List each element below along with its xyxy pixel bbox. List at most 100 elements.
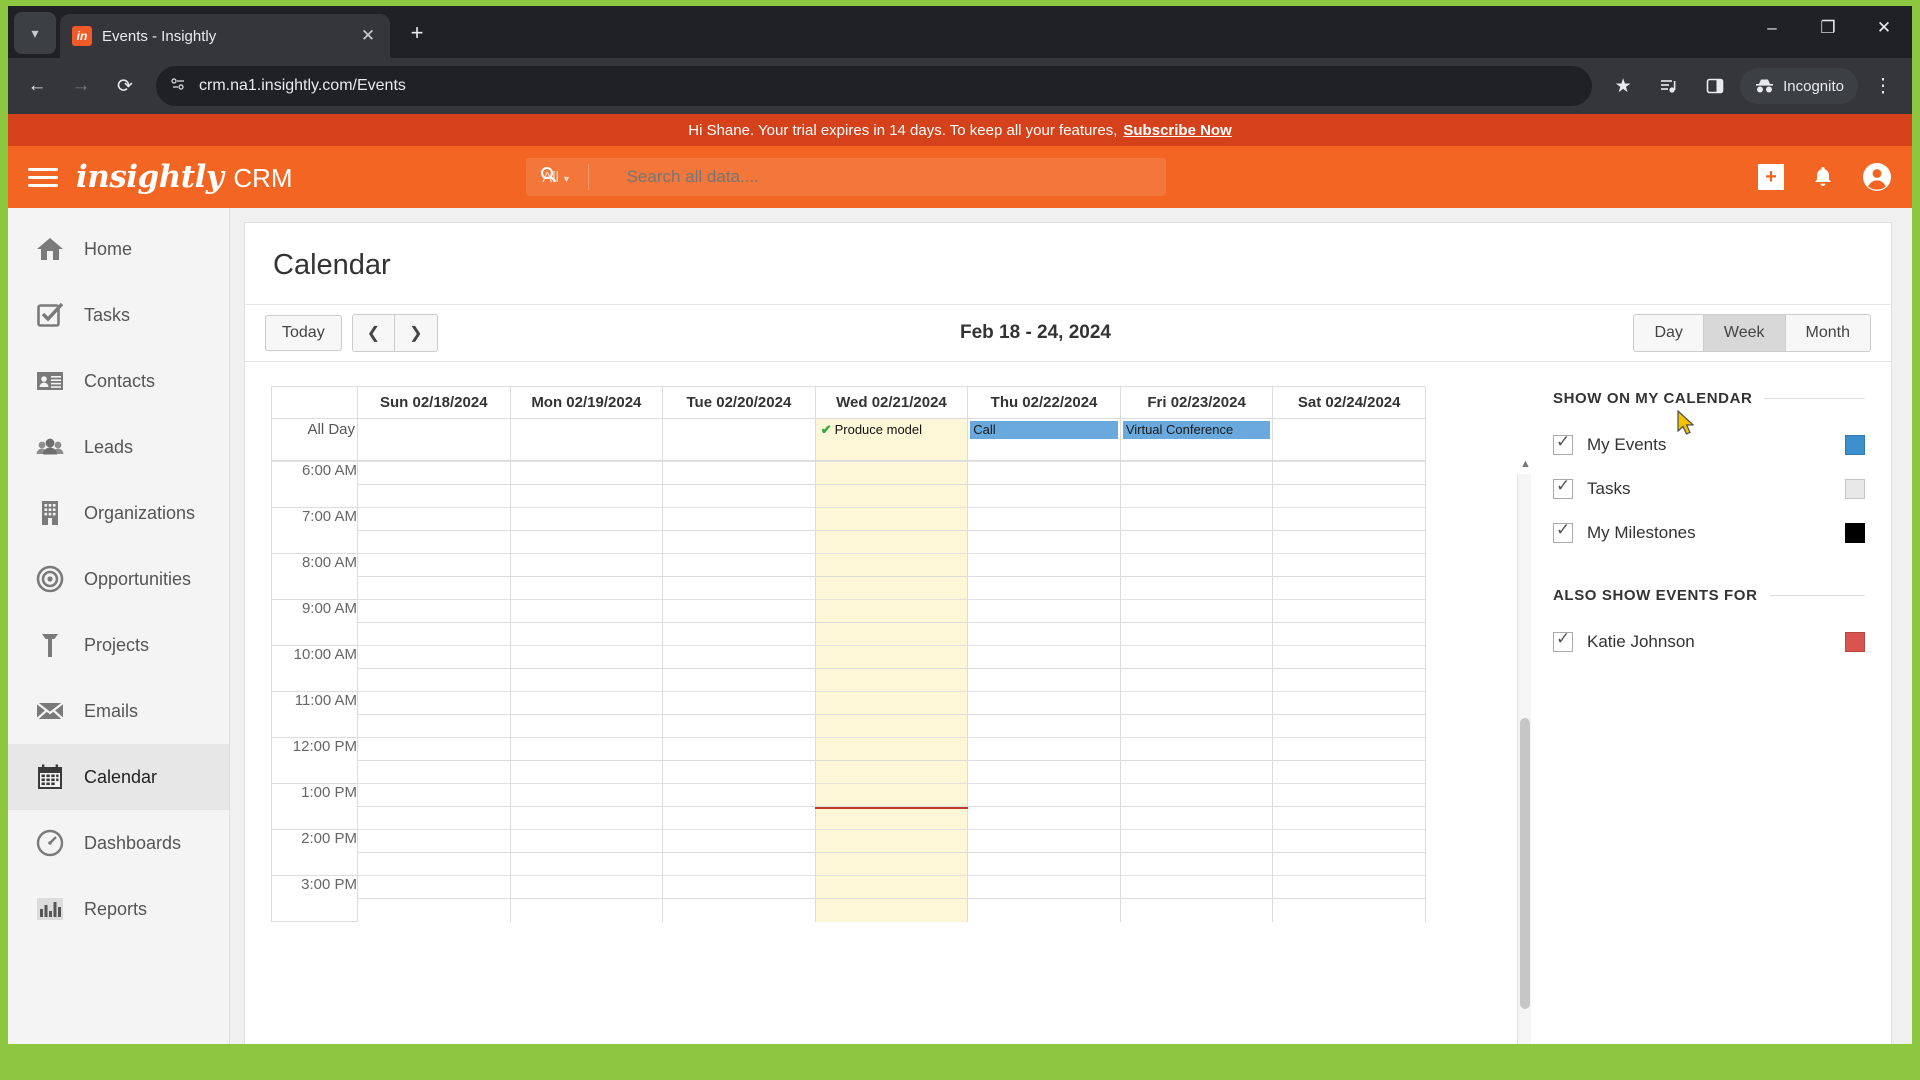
- time-slot-cell[interactable]: [509, 461, 664, 485]
- time-slot-cell[interactable]: [814, 576, 969, 600]
- all-day-cell[interactable]: Virtual Conference: [1119, 418, 1274, 461]
- sidebar-item-tasks[interactable]: Tasks: [8, 282, 229, 348]
- time-slot-cell[interactable]: [1272, 829, 1426, 853]
- bookmark-star-icon[interactable]: ★: [1602, 65, 1644, 107]
- filter-my-milestones[interactable]: My Milestones: [1553, 511, 1865, 555]
- time-slot-cell[interactable]: [662, 691, 816, 715]
- day-header[interactable]: Mon 02/19/2024: [509, 386, 664, 419]
- color-swatch[interactable]: [1845, 479, 1865, 499]
- time-slot-cell[interactable]: [662, 783, 816, 807]
- time-slot-cell[interactable]: [509, 530, 664, 554]
- time-slot-cell[interactable]: [1272, 783, 1426, 807]
- all-day-cell[interactable]: Call: [967, 418, 1121, 461]
- tab-search-icon[interactable]: ▾: [14, 12, 56, 54]
- time-slot-cell[interactable]: [357, 691, 511, 715]
- add-record-button[interactable]: +: [1758, 164, 1784, 190]
- time-slot-cell[interactable]: [1119, 668, 1274, 692]
- calendar-scrollbar[interactable]: ▲: [1517, 458, 1531, 1056]
- time-slot-cell[interactable]: [1272, 714, 1426, 738]
- sidebar-item-calendar[interactable]: Calendar: [8, 744, 229, 810]
- scrollbar-thumb[interactable]: [1520, 718, 1530, 1009]
- sidebar-item-opportunities[interactable]: Opportunities: [8, 546, 229, 612]
- day-header[interactable]: Sun 02/18/2024: [357, 386, 511, 419]
- time-slot-cell[interactable]: [1119, 599, 1274, 623]
- time-slot-cell[interactable]: [1272, 599, 1426, 623]
- time-slot-cell[interactable]: [814, 783, 969, 807]
- time-slot-cell[interactable]: [662, 875, 816, 899]
- time-slot-cell[interactable]: [967, 668, 1121, 692]
- sidebar-item-emails[interactable]: Emails: [8, 678, 229, 744]
- time-slot-cell[interactable]: [509, 668, 664, 692]
- time-slot-cell[interactable]: [1272, 691, 1426, 715]
- time-slot-cell[interactable]: [357, 829, 511, 853]
- time-slot-cell[interactable]: [1119, 645, 1274, 669]
- time-slot-cell[interactable]: [814, 714, 969, 738]
- time-slot-cell[interactable]: [509, 829, 664, 853]
- time-slot-cell[interactable]: [357, 484, 511, 508]
- time-slot-cell[interactable]: [1119, 461, 1274, 485]
- time-slot-cell[interactable]: [357, 599, 511, 623]
- day-header[interactable]: Tue 02/20/2024: [662, 386, 816, 419]
- time-slot-cell[interactable]: [1119, 576, 1274, 600]
- time-slot-cell[interactable]: [662, 530, 816, 554]
- site-settings-icon[interactable]: [170, 76, 187, 96]
- time-slot-cell[interactable]: [967, 622, 1121, 646]
- time-slot-cell[interactable]: [967, 852, 1121, 876]
- time-slot-cell[interactable]: [814, 461, 969, 485]
- reload-icon[interactable]: ⟳: [104, 65, 146, 107]
- time-slot-cell[interactable]: [1272, 484, 1426, 508]
- time-slot-cell[interactable]: [662, 714, 816, 738]
- time-slot-cell[interactable]: [814, 622, 969, 646]
- time-slot-cell[interactable]: [357, 760, 511, 784]
- time-slot-cell[interactable]: [662, 484, 816, 508]
- all-day-event[interactable]: Virtual Conference: [1122, 421, 1271, 439]
- time-slot-cell[interactable]: [509, 599, 664, 623]
- time-slot-cell[interactable]: [357, 668, 511, 692]
- time-slot-cell[interactable]: [967, 484, 1121, 508]
- filter-my-events[interactable]: My Events: [1553, 423, 1865, 467]
- time-slot-cell[interactable]: [357, 898, 511, 922]
- time-slot-cell[interactable]: [814, 737, 969, 761]
- time-slot-cell[interactable]: [1272, 668, 1426, 692]
- sidebar-item-reports[interactable]: Reports: [8, 876, 229, 942]
- reading-list-icon[interactable]: [1648, 65, 1690, 107]
- time-slot-cell[interactable]: [1119, 783, 1274, 807]
- time-slot-cell[interactable]: [1272, 806, 1426, 830]
- color-swatch[interactable]: [1845, 632, 1865, 652]
- all-day-cell[interactable]: [662, 418, 816, 461]
- filter-katie-johnson[interactable]: Katie Johnson: [1553, 620, 1865, 664]
- time-slot-cell[interactable]: [357, 461, 511, 485]
- time-slot-cell[interactable]: [662, 622, 816, 646]
- time-slot-cell[interactable]: [357, 622, 511, 646]
- all-day-event[interactable]: Call: [970, 421, 1118, 439]
- time-slot-cell[interactable]: [967, 461, 1121, 485]
- time-slot-cell[interactable]: [814, 829, 969, 853]
- time-slot-cell[interactable]: [967, 599, 1121, 623]
- next-week-button[interactable]: ❯: [394, 314, 438, 352]
- all-day-cell[interactable]: [1272, 418, 1426, 461]
- all-day-cell[interactable]: [509, 418, 664, 461]
- time-slot-cell[interactable]: [357, 645, 511, 669]
- time-slot-cell[interactable]: [814, 553, 969, 577]
- side-panel-icon[interactable]: [1694, 65, 1736, 107]
- time-slot-cell[interactable]: [967, 691, 1121, 715]
- time-slot-cell[interactable]: [662, 668, 816, 692]
- sidebar-item-projects[interactable]: Projects: [8, 612, 229, 678]
- time-slot-cell[interactable]: [967, 507, 1121, 531]
- time-slot-cell[interactable]: [1119, 622, 1274, 646]
- time-slot-cell[interactable]: [1119, 530, 1274, 554]
- maximize-button[interactable]: ❐: [1800, 6, 1856, 50]
- browser-tab[interactable]: in Events - Insightly ✕: [60, 14, 390, 58]
- time-slot-cell[interactable]: [1119, 806, 1274, 830]
- time-slot-cell[interactable]: [814, 668, 969, 692]
- time-slot-cell[interactable]: [357, 576, 511, 600]
- time-slot-cell[interactable]: [967, 576, 1121, 600]
- search-scope-dropdown[interactable]: All ▼: [526, 169, 588, 186]
- day-header[interactable]: Wed 02/21/2024: [814, 386, 969, 419]
- time-slot-cell[interactable]: [509, 507, 664, 531]
- time-slot-cell[interactable]: [967, 875, 1121, 899]
- time-slot-cell[interactable]: [509, 484, 664, 508]
- time-slot-cell[interactable]: [1119, 829, 1274, 853]
- time-slot-cell[interactable]: [357, 553, 511, 577]
- time-slot-cell[interactable]: [662, 898, 816, 922]
